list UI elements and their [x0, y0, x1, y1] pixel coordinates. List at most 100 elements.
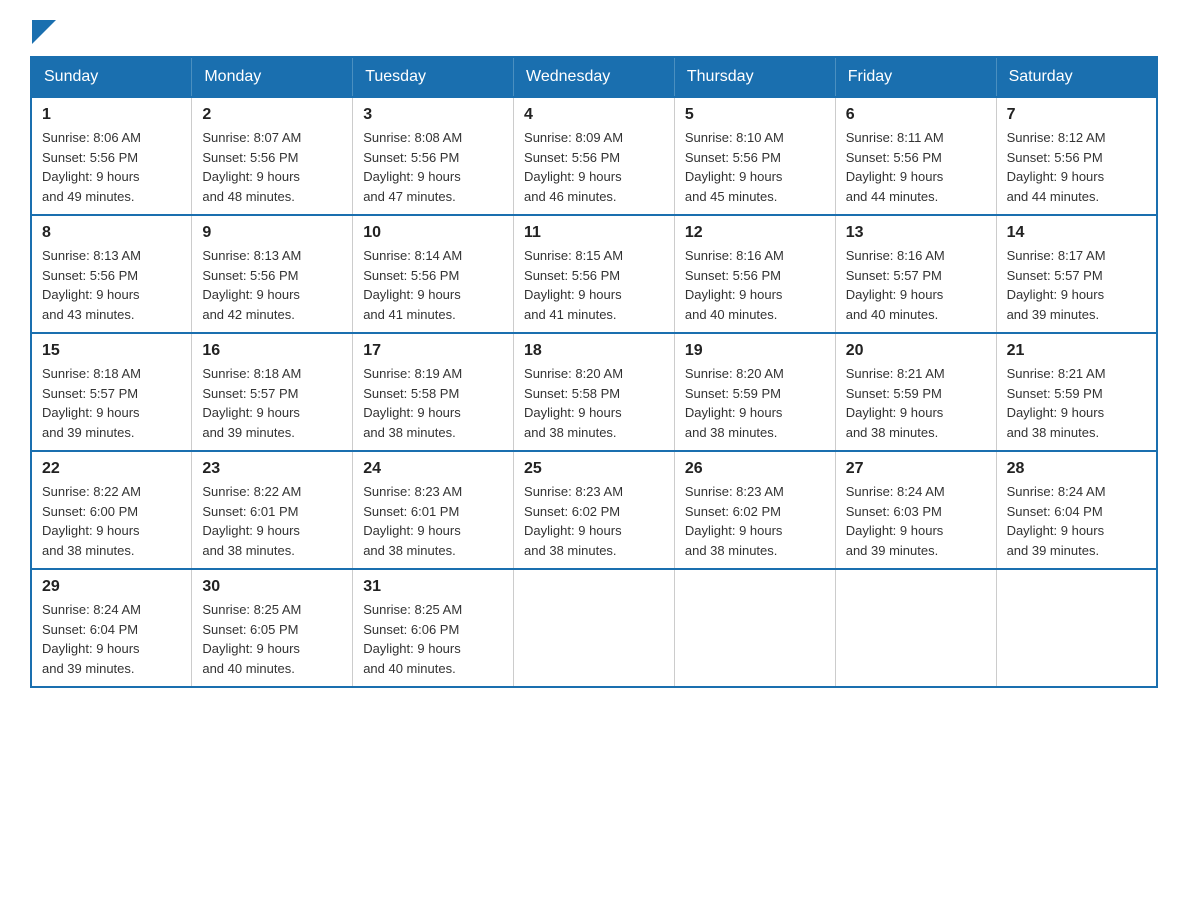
day-number: 24	[363, 460, 503, 478]
calendar-header: SundayMondayTuesdayWednesdayThursdayFrid…	[31, 57, 1157, 97]
weekday-header-wednesday: Wednesday	[514, 57, 675, 97]
day-number: 14	[1007, 224, 1146, 242]
calendar-cell	[996, 569, 1157, 687]
day-number: 29	[42, 578, 181, 596]
calendar-cell: 10 Sunrise: 8:14 AM Sunset: 5:56 PM Dayl…	[353, 215, 514, 333]
day-number: 21	[1007, 342, 1146, 360]
day-number: 1	[42, 106, 181, 124]
day-info: Sunrise: 8:20 AM Sunset: 5:58 PM Dayligh…	[524, 364, 664, 442]
day-info: Sunrise: 8:18 AM Sunset: 5:57 PM Dayligh…	[42, 364, 181, 442]
day-number: 22	[42, 460, 181, 478]
day-info: Sunrise: 8:06 AM Sunset: 5:56 PM Dayligh…	[42, 128, 181, 206]
calendar-cell: 18 Sunrise: 8:20 AM Sunset: 5:58 PM Dayl…	[514, 333, 675, 451]
day-number: 27	[846, 460, 986, 478]
day-number: 18	[524, 342, 664, 360]
calendar-week-2: 8 Sunrise: 8:13 AM Sunset: 5:56 PM Dayli…	[31, 215, 1157, 333]
weekday-header-thursday: Thursday	[674, 57, 835, 97]
calendar-cell: 25 Sunrise: 8:23 AM Sunset: 6:02 PM Dayl…	[514, 451, 675, 569]
weekday-header-sunday: Sunday	[31, 57, 192, 97]
logo-triangle-icon	[32, 20, 56, 44]
calendar-cell: 4 Sunrise: 8:09 AM Sunset: 5:56 PM Dayli…	[514, 97, 675, 215]
day-info: Sunrise: 8:24 AM Sunset: 6:04 PM Dayligh…	[1007, 482, 1146, 560]
day-number: 9	[202, 224, 342, 242]
day-number: 25	[524, 460, 664, 478]
day-info: Sunrise: 8:22 AM Sunset: 6:00 PM Dayligh…	[42, 482, 181, 560]
day-number: 15	[42, 342, 181, 360]
calendar-cell: 3 Sunrise: 8:08 AM Sunset: 5:56 PM Dayli…	[353, 97, 514, 215]
day-info: Sunrise: 8:10 AM Sunset: 5:56 PM Dayligh…	[685, 128, 825, 206]
day-number: 10	[363, 224, 503, 242]
calendar-cell: 5 Sunrise: 8:10 AM Sunset: 5:56 PM Dayli…	[674, 97, 835, 215]
calendar-cell	[835, 569, 996, 687]
day-info: Sunrise: 8:21 AM Sunset: 5:59 PM Dayligh…	[846, 364, 986, 442]
day-info: Sunrise: 8:21 AM Sunset: 5:59 PM Dayligh…	[1007, 364, 1146, 442]
calendar-cell: 26 Sunrise: 8:23 AM Sunset: 6:02 PM Dayl…	[674, 451, 835, 569]
calendar-cell: 27 Sunrise: 8:24 AM Sunset: 6:03 PM Dayl…	[835, 451, 996, 569]
calendar-cell: 13 Sunrise: 8:16 AM Sunset: 5:57 PM Dayl…	[835, 215, 996, 333]
day-info: Sunrise: 8:16 AM Sunset: 5:56 PM Dayligh…	[685, 246, 825, 324]
calendar-cell: 12 Sunrise: 8:16 AM Sunset: 5:56 PM Dayl…	[674, 215, 835, 333]
day-info: Sunrise: 8:08 AM Sunset: 5:56 PM Dayligh…	[363, 128, 503, 206]
calendar-cell: 19 Sunrise: 8:20 AM Sunset: 5:59 PM Dayl…	[674, 333, 835, 451]
day-info: Sunrise: 8:25 AM Sunset: 6:05 PM Dayligh…	[202, 600, 342, 678]
calendar-cell: 21 Sunrise: 8:21 AM Sunset: 5:59 PM Dayl…	[996, 333, 1157, 451]
day-number: 4	[524, 106, 664, 124]
day-info: Sunrise: 8:23 AM Sunset: 6:01 PM Dayligh…	[363, 482, 503, 560]
day-number: 7	[1007, 106, 1146, 124]
calendar-cell: 11 Sunrise: 8:15 AM Sunset: 5:56 PM Dayl…	[514, 215, 675, 333]
calendar-week-1: 1 Sunrise: 8:06 AM Sunset: 5:56 PM Dayli…	[31, 97, 1157, 215]
logo-text	[30, 20, 56, 44]
calendar-table: SundayMondayTuesdayWednesdayThursdayFrid…	[30, 56, 1158, 688]
calendar-cell: 9 Sunrise: 8:13 AM Sunset: 5:56 PM Dayli…	[192, 215, 353, 333]
day-info: Sunrise: 8:20 AM Sunset: 5:59 PM Dayligh…	[685, 364, 825, 442]
day-number: 20	[846, 342, 986, 360]
weekday-header-saturday: Saturday	[996, 57, 1157, 97]
day-number: 2	[202, 106, 342, 124]
day-info: Sunrise: 8:15 AM Sunset: 5:56 PM Dayligh…	[524, 246, 664, 324]
day-info: Sunrise: 8:09 AM Sunset: 5:56 PM Dayligh…	[524, 128, 664, 206]
day-info: Sunrise: 8:07 AM Sunset: 5:56 PM Dayligh…	[202, 128, 342, 206]
calendar-cell: 15 Sunrise: 8:18 AM Sunset: 5:57 PM Dayl…	[31, 333, 192, 451]
day-info: Sunrise: 8:18 AM Sunset: 5:57 PM Dayligh…	[202, 364, 342, 442]
day-number: 28	[1007, 460, 1146, 478]
calendar-cell: 16 Sunrise: 8:18 AM Sunset: 5:57 PM Dayl…	[192, 333, 353, 451]
calendar-cell: 28 Sunrise: 8:24 AM Sunset: 6:04 PM Dayl…	[996, 451, 1157, 569]
day-number: 30	[202, 578, 342, 596]
day-info: Sunrise: 8:11 AM Sunset: 5:56 PM Dayligh…	[846, 128, 986, 206]
day-number: 26	[685, 460, 825, 478]
calendar-cell: 24 Sunrise: 8:23 AM Sunset: 6:01 PM Dayl…	[353, 451, 514, 569]
calendar-cell: 30 Sunrise: 8:25 AM Sunset: 6:05 PM Dayl…	[192, 569, 353, 687]
day-number: 23	[202, 460, 342, 478]
day-info: Sunrise: 8:23 AM Sunset: 6:02 PM Dayligh…	[524, 482, 664, 560]
day-number: 16	[202, 342, 342, 360]
day-number: 3	[363, 106, 503, 124]
calendar-cell: 1 Sunrise: 8:06 AM Sunset: 5:56 PM Dayli…	[31, 97, 192, 215]
weekday-header-row: SundayMondayTuesdayWednesdayThursdayFrid…	[31, 57, 1157, 97]
day-info: Sunrise: 8:17 AM Sunset: 5:57 PM Dayligh…	[1007, 246, 1146, 324]
day-number: 31	[363, 578, 503, 596]
day-info: Sunrise: 8:24 AM Sunset: 6:04 PM Dayligh…	[42, 600, 181, 678]
day-info: Sunrise: 8:12 AM Sunset: 5:56 PM Dayligh…	[1007, 128, 1146, 206]
weekday-header-tuesday: Tuesday	[353, 57, 514, 97]
day-number: 13	[846, 224, 986, 242]
page-header	[30, 20, 1158, 36]
day-info: Sunrise: 8:13 AM Sunset: 5:56 PM Dayligh…	[202, 246, 342, 324]
day-number: 12	[685, 224, 825, 242]
day-info: Sunrise: 8:19 AM Sunset: 5:58 PM Dayligh…	[363, 364, 503, 442]
calendar-week-5: 29 Sunrise: 8:24 AM Sunset: 6:04 PM Dayl…	[31, 569, 1157, 687]
calendar-cell: 20 Sunrise: 8:21 AM Sunset: 5:59 PM Dayl…	[835, 333, 996, 451]
day-number: 6	[846, 106, 986, 124]
calendar-cell: 2 Sunrise: 8:07 AM Sunset: 5:56 PM Dayli…	[192, 97, 353, 215]
day-number: 8	[42, 224, 181, 242]
day-info: Sunrise: 8:25 AM Sunset: 6:06 PM Dayligh…	[363, 600, 503, 678]
logo	[30, 20, 56, 36]
calendar-cell: 31 Sunrise: 8:25 AM Sunset: 6:06 PM Dayl…	[353, 569, 514, 687]
day-number: 5	[685, 106, 825, 124]
calendar-cell: 29 Sunrise: 8:24 AM Sunset: 6:04 PM Dayl…	[31, 569, 192, 687]
calendar-cell: 22 Sunrise: 8:22 AM Sunset: 6:00 PM Dayl…	[31, 451, 192, 569]
day-number: 19	[685, 342, 825, 360]
calendar-cell	[674, 569, 835, 687]
day-info: Sunrise: 8:24 AM Sunset: 6:03 PM Dayligh…	[846, 482, 986, 560]
day-info: Sunrise: 8:13 AM Sunset: 5:56 PM Dayligh…	[42, 246, 181, 324]
calendar-cell	[514, 569, 675, 687]
